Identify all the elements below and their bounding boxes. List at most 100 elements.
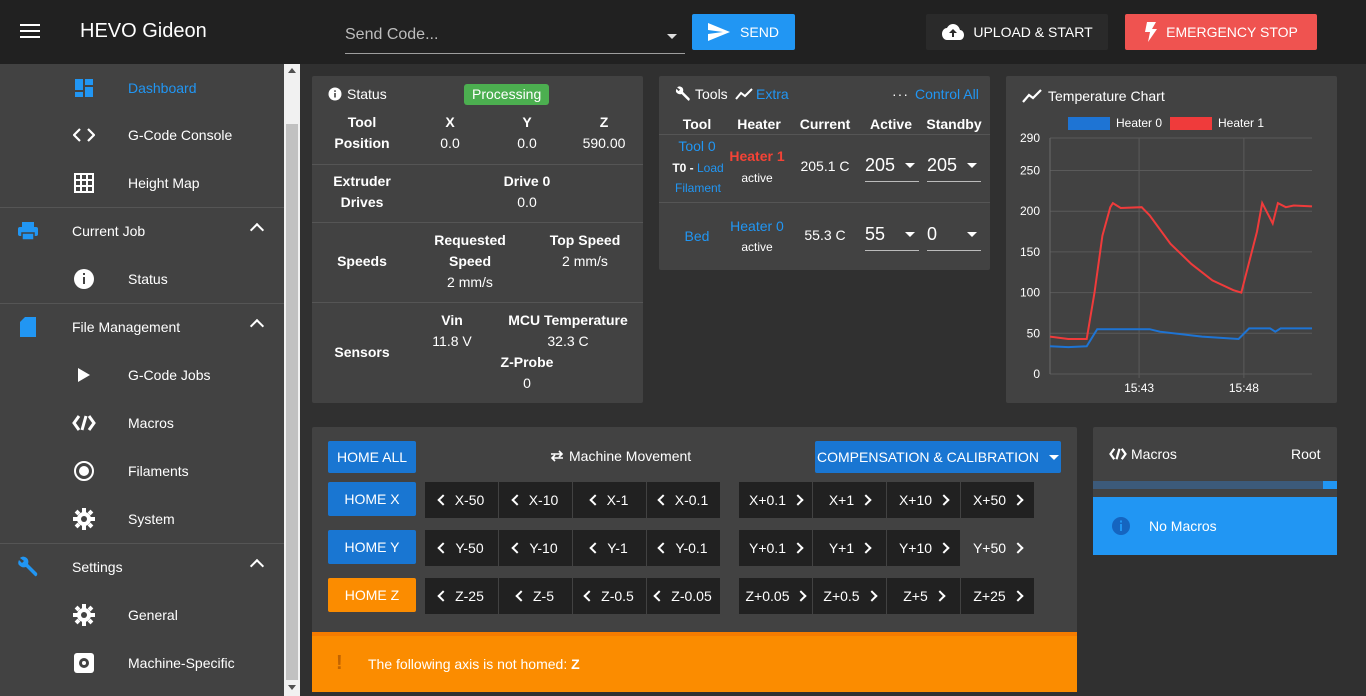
- home-all-button[interactable]: HOME ALL: [328, 441, 416, 473]
- jog-button[interactable]: Z-5: [499, 578, 572, 614]
- jog-button[interactable]: Y-10: [499, 530, 572, 566]
- sd-card-icon: [16, 315, 40, 339]
- y-tick-label: 50: [1027, 326, 1041, 340]
- send-code-input[interactable]: [345, 20, 645, 50]
- jog-button[interactable]: Z+25: [961, 578, 1034, 614]
- home-z-button[interactable]: HOME Z: [328, 578, 416, 612]
- bed-standby-value: 0: [927, 224, 938, 244]
- status-card: Status Processing Tool Position X 0.0 Y …: [312, 76, 643, 403]
- tool-0-active-select[interactable]: 205: [865, 150, 919, 182]
- chevron-down-icon[interactable]: [667, 34, 677, 39]
- jog-button[interactable]: Y+0.1: [739, 530, 812, 566]
- sidebar-scrollbar[interactable]: [284, 64, 300, 696]
- divider: [312, 302, 643, 303]
- page-scrollbar[interactable]: [1349, 64, 1366, 696]
- home-y-button[interactable]: HOME Y: [328, 530, 416, 564]
- chevron-down-icon: [967, 232, 977, 237]
- compensation-calibration-button[interactable]: COMPENSATION & CALIBRATION: [815, 441, 1061, 473]
- tool-0-link[interactable]: Tool 0: [667, 136, 727, 157]
- y-tick-label: 290: [1020, 131, 1040, 145]
- speeds-label: Speeds: [337, 253, 387, 269]
- jog-button[interactable]: Z-0.5: [573, 578, 646, 614]
- machine-movement-title-label: Machine Movement: [569, 448, 692, 464]
- jog-button[interactable]: Y-1: [573, 530, 646, 566]
- jog-button[interactable]: Z-25: [425, 578, 498, 614]
- chevron-up-icon[interactable]: [249, 318, 265, 334]
- wrench-icon: [16, 555, 40, 579]
- jog-button[interactable]: Z+0.5: [813, 578, 886, 614]
- home-x-button[interactable]: HOME X: [328, 482, 416, 516]
- sidebar-group-label: File Management: [72, 319, 181, 335]
- sidebar-item-general[interactable]: General: [0, 591, 284, 639]
- sidebar-item-filaments[interactable]: Filaments: [0, 447, 284, 495]
- sidebar-group-current-job[interactable]: Current Job: [0, 207, 284, 255]
- sidebar-group-label: Current Job: [72, 223, 146, 239]
- heater-0-link[interactable]: Heater 0: [727, 216, 787, 237]
- sidebar-group-file-management[interactable]: File Management: [0, 303, 284, 351]
- chevron-up-icon[interactable]: [249, 558, 265, 574]
- jog-button[interactable]: X-50: [425, 482, 498, 518]
- series-line-heater-0: [1049, 327, 1312, 349]
- x-tick-label: 15:43: [1124, 381, 1154, 395]
- bed-active-select[interactable]: 55: [865, 219, 919, 251]
- scroll-up-icon[interactable]: [288, 68, 296, 73]
- jog-button[interactable]: X+10: [887, 482, 960, 518]
- load-filament-link-2[interactable]: Filament: [665, 178, 731, 199]
- sidebar-group-settings[interactable]: Settings: [0, 543, 284, 591]
- jog-button[interactable]: X+1: [813, 482, 886, 518]
- jog-button[interactable]: Z+0.05: [739, 578, 812, 614]
- y-tick-label: 250: [1020, 164, 1040, 178]
- heater-1-link[interactable]: Heater 1: [727, 146, 787, 167]
- load-filament-link[interactable]: Load: [697, 161, 724, 175]
- bed-link[interactable]: Bed: [667, 226, 727, 247]
- sidebar-item-macros[interactable]: Macros: [0, 399, 284, 447]
- upload-start-button[interactable]: UPLOAD & START: [926, 14, 1108, 50]
- send-button[interactable]: SEND: [692, 14, 795, 50]
- emergency-stop-button[interactable]: EMERGENCY STOP: [1125, 14, 1317, 50]
- sidebar-item-gcode-console[interactable]: G-Code Console: [0, 111, 284, 159]
- app-title: HEVO Gideon: [80, 20, 207, 42]
- requested-speed-value: 2 mm/s: [447, 274, 493, 290]
- jog-button[interactable]: X-0.1: [647, 482, 720, 518]
- mcu-temperature-label: MCU Temperature: [508, 312, 628, 328]
- jog-button[interactable]: Y+10: [887, 530, 960, 566]
- sidebar-item-dashboard[interactable]: Dashboard: [0, 64, 284, 112]
- send-code-field[interactable]: [345, 20, 685, 54]
- jog-button[interactable]: Z-0.05: [647, 578, 720, 614]
- sidebar-item-status[interactable]: Status: [0, 255, 284, 303]
- jog-button[interactable]: Y+1: [813, 530, 886, 566]
- series-line-heater-1: [1049, 200, 1313, 340]
- axis-y-value: 0.0: [517, 135, 537, 151]
- status-badge: Processing: [464, 84, 550, 105]
- scroll-down-icon[interactable]: [288, 685, 296, 690]
- bed-standby-select[interactable]: 0: [927, 219, 981, 251]
- jog-button[interactable]: Z+5: [887, 578, 960, 614]
- axis-not-homed-alert: ! The following axis is not homed: Z: [312, 632, 1077, 692]
- jog-button[interactable]: X+50: [961, 482, 1034, 518]
- extra-link[interactable]: Extra: [735, 86, 789, 102]
- sidebar-item-machine-specific[interactable]: Machine-Specific: [0, 639, 284, 687]
- jog-button[interactable]: X-1: [573, 482, 646, 518]
- jog-button[interactable]: Y+50: [961, 530, 1034, 566]
- tool-0-standby-select[interactable]: 205: [927, 150, 981, 182]
- status-title-label: Status: [347, 86, 387, 102]
- macros-root-breadcrumb[interactable]: Root: [1291, 446, 1321, 462]
- chevron-up-icon[interactable]: [249, 222, 265, 238]
- no-macros-label: No Macros: [1149, 518, 1217, 534]
- cloud-upload-icon: [942, 24, 965, 40]
- axis-y-label: Y: [522, 114, 532, 130]
- sidebar-item-height-map[interactable]: Height Map: [0, 159, 284, 207]
- control-all-link[interactable]: ··· Control All: [892, 86, 979, 102]
- sidebar-item-label: Machine-Specific: [128, 655, 235, 671]
- jog-button[interactable]: X-10: [499, 482, 572, 518]
- sidebar-item-system[interactable]: System: [0, 495, 284, 543]
- sidebar-item-gcode-jobs[interactable]: G-Code Jobs: [0, 351, 284, 399]
- jog-button[interactable]: Y-0.1: [647, 530, 720, 566]
- hamburger-menu-icon[interactable]: [20, 20, 52, 44]
- scroll-thumb[interactable]: [286, 124, 298, 680]
- macros-progress-fill: [1323, 481, 1337, 489]
- jog-button[interactable]: X+0.1: [739, 482, 812, 518]
- gear-icon: [72, 507, 96, 531]
- send-label: SEND: [740, 24, 779, 40]
- jog-button[interactable]: Y-50: [425, 530, 498, 566]
